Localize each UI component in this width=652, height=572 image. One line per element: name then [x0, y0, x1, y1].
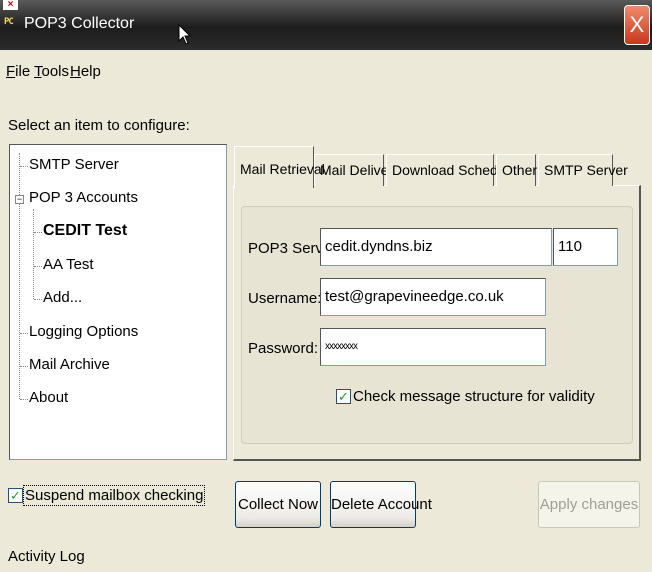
tree-connector — [33, 209, 34, 299]
menu-help[interactable]: Help — [70, 63, 101, 80]
small-close-icon[interactable]: × — [3, 0, 18, 10]
activity-log-label: Activity Log — [8, 548, 85, 565]
delete-account-button[interactable]: Delete Account — [330, 481, 432, 528]
collapse-icon[interactable]: − — [15, 195, 24, 204]
collect-now-button[interactable]: Collect Now — [235, 481, 321, 528]
check-structure-label[interactable]: Check message structure for validity — [353, 388, 595, 405]
tree-connector — [20, 399, 28, 400]
tab-mail-retrieval[interactable]: Mail Retrieval — [234, 146, 325, 188]
password-label: Password: — [248, 340, 319, 357]
tree-connector — [34, 232, 42, 233]
tree-connector — [34, 266, 42, 267]
tree-connector — [19, 153, 20, 399]
suspend-label[interactable]: Suspend mailbox checking — [22, 485, 206, 506]
apply-changes-button[interactable]: Apply changes — [538, 481, 640, 528]
menu-file[interactable]: File — [6, 63, 30, 80]
mouse-cursor-icon — [178, 24, 192, 45]
tree-item-account-aa[interactable]: AA Test — [43, 256, 94, 273]
tab-download-schedule[interactable]: Download Schedule — [386, 154, 517, 186]
app-icon: PC — [4, 17, 14, 27]
tree-item-mail-archive[interactable]: Mail Archive — [29, 356, 110, 373]
check-structure-checkbox[interactable]: ✓ — [336, 389, 351, 404]
username-input[interactable]: test@grapevineedge.co.uk — [320, 278, 546, 316]
username-label: Username: — [248, 290, 322, 307]
tree-connector — [20, 366, 28, 367]
tree-item-about[interactable]: About — [29, 389, 68, 406]
tree-connector — [34, 299, 42, 300]
window-title: POP3 Collector — [24, 15, 135, 32]
menu-tools[interactable]: Tools — [34, 63, 69, 80]
password-input[interactable]: xxxxxxxx — [320, 328, 546, 366]
tab-other[interactable]: Other — [496, 154, 537, 186]
config-tree[interactable]: − SMTP Server POP 3 Accounts CEDIT Test … — [9, 144, 227, 460]
suspend-checkbox[interactable]: ✓ — [8, 488, 23, 503]
tree-connector — [20, 333, 28, 334]
port-input[interactable]: 110 — [553, 228, 618, 266]
select-item-label: Select an item to configure: — [8, 117, 190, 134]
tree-item-logging[interactable]: Logging Options — [29, 323, 138, 340]
tree-item-add-account[interactable]: Add... — [43, 289, 82, 306]
tree-connector — [20, 166, 28, 167]
tree-item-smtp-server[interactable]: SMTP Server — [29, 156, 119, 173]
pop3-server-input[interactable]: cedit.dyndns.biz — [320, 228, 552, 266]
menu-bar: File Tools Help — [0, 50, 652, 94]
tree-item-account-cedit[interactable]: CEDIT Test — [43, 222, 127, 240]
tab-smtp-server[interactable]: SMTP Server — [538, 154, 628, 186]
close-button[interactable]: X — [624, 5, 650, 45]
title-bar: × PC POP3 Collector X — [0, 0, 652, 50]
tree-item-pop3-accounts[interactable]: POP 3 Accounts — [29, 189, 138, 206]
